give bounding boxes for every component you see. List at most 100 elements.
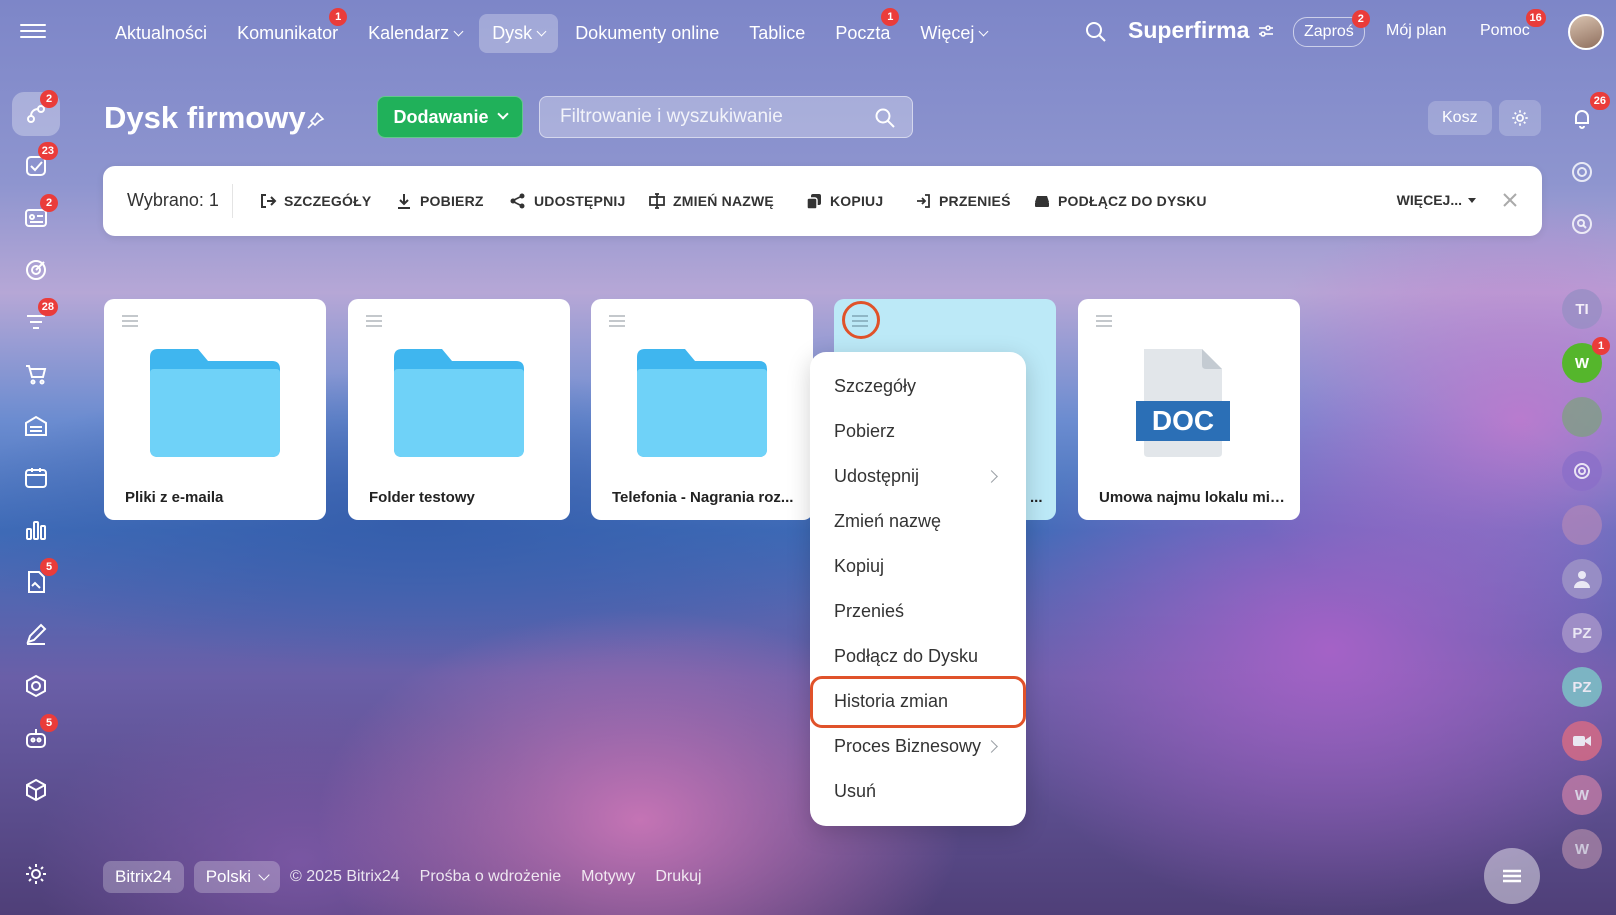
divider xyxy=(232,184,233,218)
sidebar-badge: 2 xyxy=(40,90,58,108)
menu-item-move[interactable]: Przenieś xyxy=(810,589,1026,634)
tile-menu-icon[interactable] xyxy=(366,315,382,327)
rail-user-avatar[interactable]: PZ xyxy=(1562,613,1602,653)
rail-user-avatar[interactable]: W1 xyxy=(1562,337,1610,383)
bitrix-logo[interactable]: Bitrix24 xyxy=(103,861,184,893)
filter-search-box[interactable] xyxy=(539,96,913,138)
menu-item-business-process[interactable]: Proces Biznesowy xyxy=(810,724,1026,769)
menu-icon[interactable] xyxy=(20,20,46,42)
chevron-right-icon xyxy=(985,470,998,483)
menu-item-delete[interactable]: Usuń xyxy=(810,769,1026,814)
rail-user-avatar[interactable]: W xyxy=(1562,829,1602,869)
cart-icon xyxy=(26,365,47,385)
file-tile[interactable]: Telefonia - Nagrania roz... xyxy=(591,299,813,520)
menu-item-details[interactable]: Szczegóły xyxy=(810,364,1026,409)
notifications-badge: 26 xyxy=(1589,92,1610,110)
nav-item-wiecej[interactable]: Więcej xyxy=(907,14,1000,53)
rail-video-button[interactable] xyxy=(1562,721,1602,761)
nav-item-dokumenty-online[interactable]: Dokumenty online xyxy=(562,14,732,53)
footer-link-implementation[interactable]: Prośba o wdrożenie xyxy=(420,868,561,886)
company-brand[interactable]: Superfirma xyxy=(1128,17,1275,44)
drive-icon xyxy=(1035,196,1049,207)
nav-item-dysk[interactable]: Dysk xyxy=(479,13,559,53)
nav-item-tablice[interactable]: Tablice xyxy=(736,14,818,53)
menu-item-download[interactable]: Pobierz xyxy=(810,409,1026,454)
tile-menu-icon[interactable] xyxy=(609,315,625,327)
disk-settings-button[interactable] xyxy=(1499,100,1541,136)
user-avatar[interactable] xyxy=(1568,14,1604,50)
menu-item-rename[interactable]: Zmień nazwę xyxy=(810,499,1026,544)
more-actions-dropdown[interactable]: WIĘCEJ... xyxy=(1397,192,1476,208)
pin-icon[interactable] xyxy=(304,110,326,132)
rail-user-avatar[interactable]: PZ xyxy=(1562,667,1602,707)
nav-item-kalendarz[interactable]: Kalendarz xyxy=(355,14,475,53)
nav-badge: 1 xyxy=(329,7,348,26)
tile-menu-icon[interactable] xyxy=(122,315,138,327)
details-action[interactable]: SZCZEGÓŁY xyxy=(259,192,371,210)
chevron-down-icon xyxy=(453,26,464,36)
menu-item-connect-disk[interactable]: Podłącz do Dysku xyxy=(810,634,1026,679)
file-tile[interactable]: DOC Umowa najmu lokalu mie... xyxy=(1078,299,1300,520)
add-button[interactable]: Dodawanie xyxy=(377,96,523,138)
nav-item-aktualnosci[interactable]: Aktualności xyxy=(102,14,220,53)
sidebar-item-sign[interactable]: 5 xyxy=(12,558,60,604)
filter-input[interactable] xyxy=(560,106,860,128)
rail-chat-avatar[interactable] xyxy=(1562,505,1602,545)
rail-search-chat-button[interactable] xyxy=(1562,204,1602,244)
rail-chat-avatar[interactable] xyxy=(1562,397,1602,437)
language-select[interactable]: Polski xyxy=(193,861,281,893)
rail-timer-button[interactable] xyxy=(1562,152,1602,192)
help-button[interactable]: Pomoc 16 xyxy=(1470,9,1546,45)
sidebar-item-shop[interactable] xyxy=(12,352,60,396)
file-tile[interactable]: Folder testowy xyxy=(348,299,570,520)
footer-link-themes[interactable]: Motywy xyxy=(581,868,635,886)
sidebar-item-warehouse[interactable] xyxy=(12,404,60,448)
menu-item-copy[interactable]: Kopiuj xyxy=(810,544,1026,589)
tile-menu-icon[interactable] xyxy=(1096,315,1112,327)
sidebar-item-calendar[interactable] xyxy=(12,456,60,500)
rail-chat-avatar[interactable] xyxy=(1562,451,1602,491)
share-action[interactable]: UDOSTĘPNIJ xyxy=(509,192,625,210)
sidebar-item-analytics[interactable] xyxy=(12,508,60,552)
menu-item-version-history[interactable]: Historia zmian xyxy=(810,679,1026,724)
nav-item-poczta[interactable]: Poczta 1 xyxy=(822,7,903,53)
rail-user-avatar[interactable]: TI xyxy=(1562,289,1602,329)
rail-user-avatar[interactable]: W xyxy=(1562,775,1602,815)
sidebar-item-market[interactable] xyxy=(12,768,60,812)
nav-item-komunikator[interactable]: Komunikator 1 xyxy=(224,7,351,53)
users-icon xyxy=(1574,571,1590,588)
folder-icon xyxy=(394,349,524,457)
sidebar-item-sales[interactable]: 28 xyxy=(12,298,60,344)
sidebar-item-settings[interactable] xyxy=(12,852,60,896)
sidebar-item-automation[interactable] xyxy=(12,664,60,708)
connect-to-disk-action[interactable]: PODŁĄCZ DO DYSKU xyxy=(1033,192,1207,210)
rail-group-avatar[interactable] xyxy=(1562,559,1602,599)
sidebar-item-crm[interactable]: 2 xyxy=(12,194,60,240)
chat-fab-button[interactable] xyxy=(1484,848,1540,904)
selection-toolbar: Wybrano: 1 SZCZEGÓŁY POBIERZ UDOSTĘPNIJ … xyxy=(103,166,1542,236)
sidebar-item-tasks[interactable]: 23 xyxy=(12,142,60,188)
search-icon[interactable] xyxy=(1084,20,1108,44)
file-tile[interactable]: Pliki z e-maila xyxy=(104,299,326,520)
menu-item-share[interactable]: Udostępnij xyxy=(810,454,1026,499)
sidebar-item-goals[interactable] xyxy=(12,248,60,292)
sidebar-badge: 23 xyxy=(37,142,58,160)
doc-extension: DOC xyxy=(1152,405,1214,436)
sidebar-badge: 5 xyxy=(40,714,58,732)
download-action[interactable]: POBIERZ xyxy=(395,192,484,210)
notifications-button[interactable]: 26 xyxy=(1562,92,1610,138)
sidebar-item-bot[interactable]: 5 xyxy=(12,714,60,760)
rename-action[interactable]: ZMIEŃ NAZWĘ xyxy=(648,192,774,210)
sidebar-item-editor[interactable] xyxy=(12,612,60,656)
close-icon[interactable] xyxy=(1498,188,1522,212)
footer-link-print[interactable]: Drukuj xyxy=(655,868,701,886)
move-action[interactable]: PRZENIEŚ xyxy=(914,192,1011,210)
search-icon[interactable] xyxy=(874,107,896,129)
folder-icon xyxy=(637,349,767,457)
invite-button[interactable]: Zaproś 2 xyxy=(1293,10,1370,47)
sidebar-item-feed[interactable]: 2 xyxy=(12,90,60,136)
copy-action[interactable]: KOPIUJ xyxy=(805,192,883,210)
trash-button[interactable]: Kosz xyxy=(1428,101,1492,135)
copyright: © 2025 Bitrix24 xyxy=(290,868,400,885)
my-plan-button[interactable]: Mój plan xyxy=(1376,17,1456,45)
